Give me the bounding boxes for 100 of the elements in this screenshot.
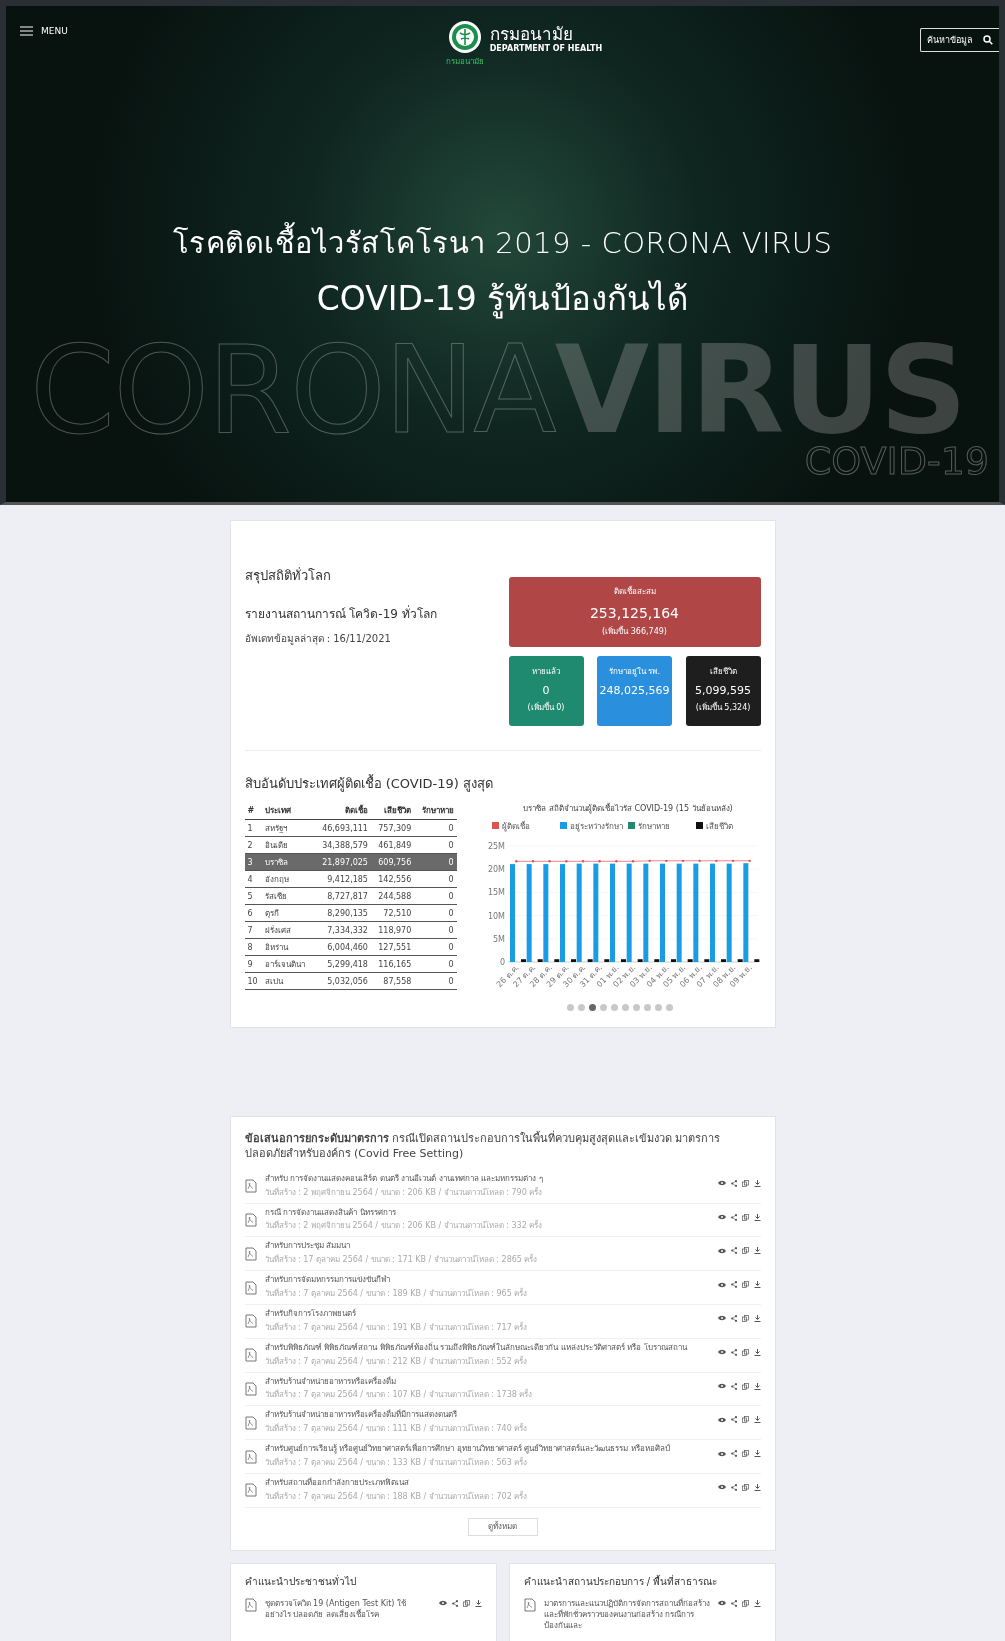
share-icon[interactable] [730,1483,737,1491]
table-row[interactable]: 9 อาร์เจนตินา 5,299,418 116,165 0 [244,955,457,973]
hero-subtitle: COVID-19 รู้ทันป้องกันได้ [315,278,690,321]
share-icon[interactable] [730,1281,737,1289]
share-icon[interactable] [730,1314,737,1322]
download-icon[interactable] [753,1281,761,1289]
view-icon[interactable] [717,1484,726,1491]
share-icon[interactable] [730,1382,737,1390]
share-icon[interactable] [730,1348,737,1356]
document-link[interactable]: สำหรับ การจัดงานแสดงคอนเสิร์ต ดนตรี งานอีเวนต์ งานเทศกาล และมหกรรมต่าง ๆ [264,1173,710,1185]
copy-icon[interactable] [741,1348,749,1356]
document-link[interactable]: สำหรับสถานที่ออกกำลังกายประเภทฟิตเนส [264,1477,710,1489]
legend-label[interactable]: เสียชีวิต [705,822,733,831]
carousel-dot[interactable] [632,1004,640,1011]
download-icon[interactable] [753,1348,761,1356]
carousel-dot[interactable] [599,1004,607,1011]
document-link[interactable]: สำหรับการจัดมหกรรมการแข่งขันกีฬา [264,1275,710,1286]
legend-label[interactable]: อยู่ระหว่างรักษา [569,822,623,831]
y-tick-label: 20M [487,865,505,875]
copy-icon[interactable] [741,1314,749,1322]
download-icon[interactable] [753,1179,761,1187]
download-icon[interactable] [474,1599,482,1607]
view-icon[interactable] [717,1247,726,1254]
carousel-dot[interactable] [577,1004,585,1011]
copy-icon[interactable] [741,1416,749,1424]
table-row[interactable]: 2 อินเดีย 34,388,579 461,849 0 [244,836,457,854]
view-icon[interactable] [717,1315,726,1322]
download-icon[interactable] [753,1213,761,1221]
copy-icon[interactable] [741,1483,749,1491]
view-icon[interactable] [717,1383,726,1390]
view-icon[interactable] [717,1180,726,1187]
share-icon[interactable] [730,1416,737,1424]
column-header: ประเทศ [262,802,314,820]
view-icon[interactable] [717,1450,726,1457]
table-cell: 0 [414,836,457,854]
share-icon[interactable] [730,1179,737,1187]
document-link[interactable]: กรณี การจัดงานแสดงสินค้า นิทรรศการ [264,1207,710,1219]
document-link[interactable]: สำหรับร้านจำหน่ายอาหารหรือเครื่องดื่มที่มีการแสดงดนตรี [264,1410,710,1422]
carousel-dot[interactable] [643,1004,651,1011]
pdf-file-icon [244,1314,257,1329]
table-row[interactable]: 5 รัสเซีย 8,727,817 244,588 0 [244,887,457,905]
copy-icon[interactable] [741,1382,749,1390]
view-icon[interactable] [717,1214,726,1221]
carousel-dot[interactable] [621,1004,629,1011]
view-icon[interactable] [717,1416,726,1423]
legend-label[interactable]: ผู้ติดเชื้อ [501,822,530,831]
table-row[interactable]: 4 อังกฤษ 9,412,185 142,556 0 [244,870,457,888]
share-icon[interactable] [730,1450,737,1458]
share-icon[interactable] [730,1213,737,1221]
download-icon[interactable] [753,1450,761,1458]
download-icon[interactable] [753,1416,761,1424]
table-cell: 9,412,185 [313,870,371,888]
table-row[interactable]: 1 สหรัฐฯ 46,693,111 757,309 0 [244,819,457,837]
carousel-dot[interactable] [588,1004,596,1011]
document-link[interactable]: สำหรับพิพิธภัณฑ์ พิพิธภัณฑ์สถาน พิพิธภัณฑ์ท้องถิ่น รวมถึงพิพิธภัณฑ์ในลักษณะเดียวกัน แหล่งประวัติศาสตร์ หรือ โบราณสถาน [264,1342,710,1354]
share-icon[interactable] [730,1247,737,1255]
table-row[interactable]: 8 อิหร่าน 6,004,460 127,551 0 [244,938,457,956]
view-all-button[interactable]: ดูทั้งหมด [467,1517,538,1536]
download-icon[interactable] [753,1382,761,1390]
copy-icon[interactable] [741,1213,749,1221]
document-meta: วันที่สร้าง : 17 ตุลาคม 2564 / ขนาด : 171 KB / จำนวนดาวน์โหลด : 2865 ครั้ง [264,1253,539,1267]
menu-button[interactable]: MENU [20,26,68,36]
download-icon[interactable] [753,1247,761,1255]
pdf-file-icon [244,1179,257,1194]
copy-icon[interactable] [741,1281,749,1289]
carousel-dot[interactable] [665,1004,673,1011]
copy-icon[interactable] [741,1179,749,1187]
y-tick-label: 5M [492,934,505,944]
document-link[interactable]: มาตรการและแนวปฏิบัติการจัดการสถานที่ก่อสร้างและที่พักชั่วคราวของคนงานก่อสร้าง กรณีการป้องกันและ [543,1597,710,1632]
table-row[interactable]: 7 ฝรั่งเศส 7,334,332 118,970 0 [244,921,457,939]
legend-label[interactable]: รักษาหาย [637,822,670,831]
carousel-dot[interactable] [654,1004,662,1011]
section-title: สรุปสถิติทั่วโลก [244,566,332,586]
search-button[interactable]: ค้นหาข้อมูล [920,28,999,52]
table-cell: 1 [244,819,263,837]
copy-icon[interactable] [741,1450,749,1458]
table-cell: 0 [414,870,457,888]
copy-icon[interactable] [462,1599,470,1607]
download-icon[interactable] [753,1599,761,1607]
view-icon[interactable] [717,1600,726,1607]
download-icon[interactable] [753,1314,761,1322]
view-icon[interactable] [717,1281,726,1288]
share-icon[interactable] [730,1599,737,1607]
document-link[interactable]: สำหรับศูนย์การเรียนรู้ หรือศูนย์วิทยาศาสตร์เพื่อการศึกษา อุทยานวิทยาศาสตร์ ศูนย์วิทยาศาสตร์และวัฒนธรรม หรือหอศิลป์ [264,1444,710,1455]
view-icon[interactable] [717,1349,726,1356]
carousel-dot[interactable] [566,1004,574,1011]
copy-icon[interactable] [741,1599,749,1607]
document-link[interactable]: สำหรับกิจการโรงภาพยนตร์ [264,1308,710,1320]
view-icon[interactable] [438,1600,447,1607]
share-icon[interactable] [451,1599,458,1607]
section-title: คำแนะนำประชาชนทั่วไป [244,1573,357,1589]
table-row[interactable]: 6 ตุรกี 8,290,135 72,510 0 [244,904,457,922]
copy-icon[interactable] [741,1247,749,1255]
table-row[interactable]: 3 บราซิล 21,897,025 609,756 0 [244,853,457,871]
carousel-dot[interactable] [610,1004,618,1011]
document-link[interactable]: สำหรับร้านจำหน่ายอาหารหรือเครื่องดื่ม [264,1376,710,1388]
table-row[interactable]: 10 สเปน 5,032,056 87,558 0 [244,972,457,990]
document-link[interactable]: สำหรับการประชุม สัมมนา [264,1241,710,1253]
document-link[interactable]: ชุดตรวจโควิด 19 (Antigen Test Kit) ใช้อย่างไร ปลอดภัย ลดเสี่ยงเชื้อโรค [264,1597,431,1621]
download-icon[interactable] [753,1483,761,1491]
